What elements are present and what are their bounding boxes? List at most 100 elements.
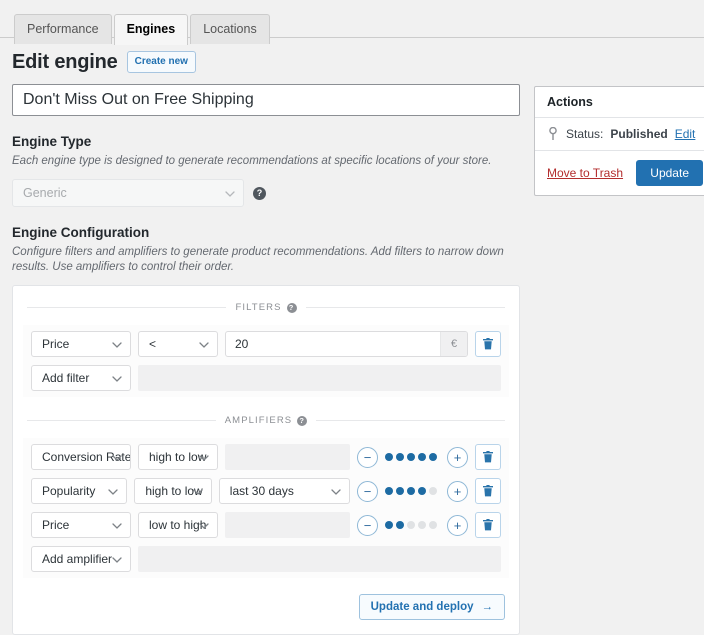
- divider-line-left: [27, 420, 216, 421]
- engine-title-input[interactable]: [12, 84, 520, 116]
- amplifier-period-select[interactable]: last 30 days: [218, 478, 350, 504]
- amplifier-row: Conversion Rate high to low − +: [23, 440, 509, 474]
- chevron-down-icon: [112, 332, 122, 356]
- amplifier-order-value: high to low: [145, 484, 203, 498]
- trash-icon: [483, 451, 493, 463]
- add-filter-select[interactable]: Add filter: [31, 365, 131, 391]
- divider-line-right: [316, 420, 505, 421]
- weight-dot: [418, 521, 426, 529]
- amplifier-weight-increase-button[interactable]: +: [447, 514, 468, 536]
- tab-engines[interactable]: Engines: [113, 14, 189, 45]
- amplifier-row: Popularity high to low last 30 days − +: [23, 474, 509, 508]
- engine-config-heading: Engine Configuration: [12, 225, 150, 240]
- amplifier-period-placeholder: [225, 512, 350, 538]
- trash-icon: [483, 485, 493, 497]
- tab-performance[interactable]: Performance: [14, 14, 112, 44]
- amplifier-weight-dots: [385, 453, 440, 461]
- deploy-row: Update and deploy →: [23, 578, 509, 622]
- amplifiers-rows: Conversion Rate high to low − + Populari…: [23, 438, 509, 578]
- filter-operator-select[interactable]: <: [138, 331, 218, 357]
- chevron-down-icon: [112, 513, 122, 537]
- weight-dot: [418, 453, 426, 461]
- engine-type-select[interactable]: Generic: [12, 179, 244, 207]
- amplifier-order-value: low to high: [149, 518, 207, 532]
- engine-type-help-icon[interactable]: ?: [253, 186, 266, 200]
- actions-footer: Move to Trash Update: [535, 151, 704, 195]
- amplifier-weight-increase-button[interactable]: +: [447, 480, 468, 502]
- amplifier-order-select[interactable]: high to low: [134, 478, 212, 504]
- amplifier-delete-button[interactable]: [475, 444, 501, 470]
- amplifiers-label: AMPLIFIERS: [224, 415, 293, 426]
- weight-dot: [396, 487, 404, 495]
- add-filter-placeholder-field: [138, 365, 501, 391]
- actions-heading: Actions: [535, 87, 704, 118]
- amplifier-field-select[interactable]: Conversion Rate: [31, 444, 131, 470]
- amplifier-period-value: last 30 days: [229, 484, 294, 498]
- engine-type-row: Generic ?: [12, 179, 520, 207]
- amplifier-order-value: high to low: [149, 450, 207, 464]
- weight-dot: [396, 521, 404, 529]
- weight-dot: [429, 521, 437, 529]
- add-filter-row: Add filter: [23, 361, 509, 395]
- weight-dot: [407, 521, 415, 529]
- amplifier-order-select[interactable]: low to high: [138, 512, 218, 538]
- filters-rows: Price < €: [23, 325, 509, 397]
- weight-dot: [429, 453, 437, 461]
- content-columns: Engine Type Each engine type is designed…: [12, 84, 704, 635]
- add-filter-label: Add filter: [42, 371, 90, 385]
- amplifier-weight-decrease-button[interactable]: −: [357, 446, 378, 468]
- amplifier-field-select[interactable]: Price: [31, 512, 131, 538]
- trash-icon: [483, 338, 493, 350]
- chevron-down-icon: [331, 479, 341, 503]
- status-edit-link[interactable]: Edit: [675, 127, 696, 141]
- filter-field-select[interactable]: Price: [31, 331, 131, 357]
- tab-locations[interactable]: Locations: [190, 14, 270, 44]
- amplifiers-label-group: AMPLIFIERS ?: [225, 415, 308, 426]
- update-and-deploy-button[interactable]: Update and deploy →: [358, 594, 505, 620]
- move-to-trash-link[interactable]: Move to Trash: [547, 166, 623, 180]
- amplifier-weight-increase-button[interactable]: +: [447, 446, 468, 468]
- divider-line-right: [305, 307, 505, 308]
- page-title-row: Edit engine Create new: [12, 50, 692, 74]
- weight-dot: [418, 487, 426, 495]
- amplifier-weight-decrease-button[interactable]: −: [357, 480, 378, 502]
- filter-delete-button[interactable]: [475, 331, 501, 357]
- amplifier-delete-button[interactable]: [475, 512, 501, 538]
- weight-dot: [429, 487, 437, 495]
- main-column: Engine Type Each engine type is designed…: [12, 84, 520, 635]
- amplifier-row: Price low to high − +: [23, 508, 509, 542]
- filter-value-suffix: €: [440, 332, 467, 356]
- engine-config-description: Configure filters and amplifiers to gene…: [12, 246, 504, 273]
- create-new-button[interactable]: Create new: [126, 51, 196, 73]
- weight-dot: [407, 453, 415, 461]
- filters-help-icon[interactable]: ?: [286, 302, 297, 313]
- filters-divider: FILTERS ?: [27, 302, 505, 313]
- side-column: Actions Status: Published Edit Move to T…: [534, 84, 704, 196]
- status-value: Published: [610, 127, 668, 141]
- update-button[interactable]: Update: [636, 160, 703, 186]
- update-and-deploy-label: Update and deploy: [370, 601, 474, 613]
- chevron-down-icon: [112, 366, 122, 390]
- amplifier-field-value: Conversion Rate: [42, 450, 131, 464]
- post-status-pin-icon: [547, 126, 559, 141]
- engine-type-description: Each engine type is designed to generate…: [12, 155, 492, 167]
- amplifier-weight-stepper: − +: [357, 480, 468, 502]
- amplifier-weight-decrease-button[interactable]: −: [357, 514, 378, 536]
- amplifier-weight-stepper: − +: [357, 514, 468, 536]
- add-amplifier-select[interactable]: Add amplifier: [31, 546, 131, 572]
- arrow-right-icon: →: [481, 601, 494, 613]
- filter-value-input[interactable]: [226, 332, 440, 356]
- filter-field-value: Price: [42, 337, 70, 351]
- chevron-down-icon: [108, 479, 118, 503]
- amplifier-order-select[interactable]: high to low: [138, 444, 218, 470]
- filter-operator-value: <: [149, 337, 157, 351]
- amplifier-field-select[interactable]: Popularity: [31, 478, 128, 504]
- amplifier-field-value: Price: [42, 518, 70, 532]
- add-amplifier-row: Add amplifier: [23, 542, 509, 576]
- amplifier-delete-button[interactable]: [475, 478, 501, 504]
- amplifiers-help-icon[interactable]: ?: [297, 415, 308, 426]
- add-amplifier-placeholder-field: [138, 546, 501, 572]
- engine-type-select-value: Generic: [23, 186, 67, 200]
- trash-icon: [483, 519, 493, 531]
- filters-label: FILTERS: [235, 302, 282, 313]
